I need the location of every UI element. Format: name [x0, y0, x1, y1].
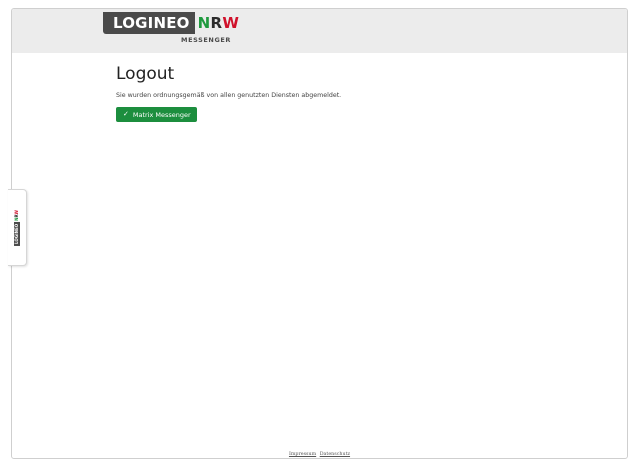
side-tab-nrw-w: W	[14, 209, 19, 214]
page-frame: LOGINEO NRW MESSENGER Logout Sie wurden …	[11, 8, 628, 459]
datenschutz-link[interactable]: Datenschutz	[320, 452, 350, 457]
page-title: Logout	[116, 64, 175, 84]
logo-nrw-text: NRW	[195, 12, 240, 34]
matrix-messenger-button-label: Matrix Messenger	[132, 110, 191, 119]
footer: Impressum Datenschutz	[12, 452, 627, 457]
logo-nrw-n: N	[197, 14, 211, 32]
logo-wordmark: LOGINEO NRW	[103, 12, 239, 34]
side-tab-logo: LOGINEO NRW	[14, 210, 20, 246]
impressum-link[interactable]: Impressum	[289, 452, 316, 457]
side-logo-tab[interactable]: LOGINEO NRW	[8, 189, 27, 266]
main-content: Logout Sie wurden ordnungsgemäß von alle…	[116, 63, 616, 122]
logo-nrw-w: W	[222, 14, 240, 32]
logout-message: Sie wurden ordnungsgemäß von allen genut…	[116, 92, 342, 99]
side-tab-logineo-text: LOGINEO	[14, 221, 20, 246]
logo-messenger-subtitle: MESSENGER	[181, 36, 232, 44]
header-bar: LOGINEO NRW MESSENGER	[12, 9, 627, 53]
side-tab-nrw-text: NRW	[14, 210, 20, 222]
logo-logineo-text: LOGINEO	[103, 12, 195, 34]
logo-nrw-r: R	[210, 14, 223, 32]
check-icon: ✓	[123, 110, 129, 118]
matrix-messenger-button[interactable]: ✓ Matrix Messenger	[116, 107, 197, 122]
